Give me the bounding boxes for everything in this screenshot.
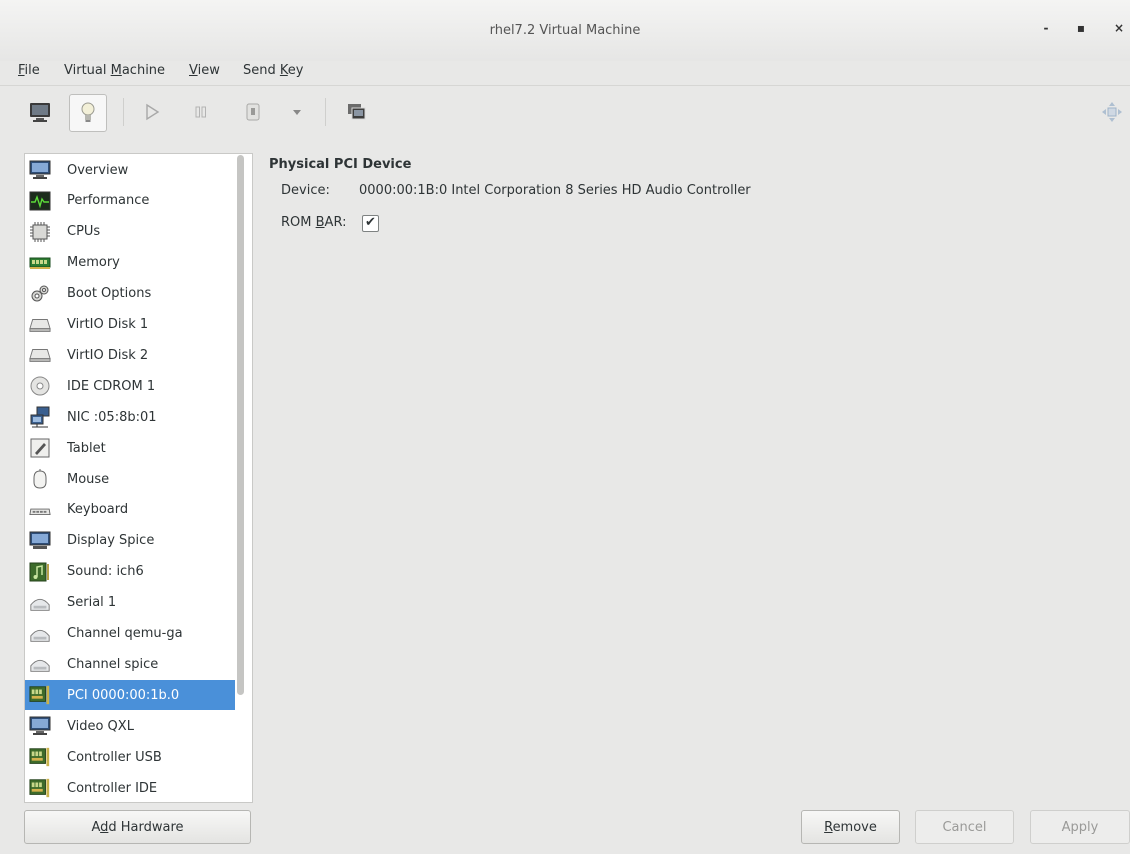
sidebar-item-nic-05-8b-01[interactable]: NIC :05:8b:01 [25,402,235,432]
menu-file[interactable]: File [18,61,40,81]
add-hardware-button[interactable]: Add Hardware [24,810,251,844]
hardware-list[interactable]: Overview Performance CPUs Memory Boot Option… [24,153,253,803]
section-title: Physical PCI Device [269,157,412,172]
tablet-icon [29,437,51,459]
sidebar-item-cpus[interactable]: CPUs [25,217,235,247]
sidebar-item-overview[interactable]: Overview [25,155,235,185]
performance-icon [29,190,51,212]
snapshot-icon[interactable] [339,94,375,130]
memory-icon [29,252,51,274]
sidebar-item-label: Performance [67,193,150,209]
sidebar-item-controller-ide[interactable]: Controller IDE [25,773,235,802]
disk-icon [29,314,51,336]
details-lightbulb-icon[interactable] [69,94,107,132]
keyboard-icon [29,499,51,521]
sidebar-item-label: CPUs [67,224,101,240]
menu-virtual-machine[interactable]: Virtual Machine [64,61,165,81]
sidebar-item-label: Controller IDE [67,780,158,796]
cdrom-icon [29,375,51,397]
sidebar-item-performance[interactable]: Performance [25,186,235,216]
display-icon [29,530,51,552]
monitor-icon [29,159,51,181]
sidebar-item-virtio-disk-2[interactable]: VirtIO Disk 2 [25,340,235,370]
sidebar-item-label: Controller USB [67,749,162,765]
close-button[interactable]: × [1109,18,1129,38]
sidebar-item-label: PCI 0000:00:1b.0 [67,687,180,703]
device-label: Device: [281,183,330,198]
maximize-button[interactable]: ▪ [1071,18,1091,38]
sidebar-item-label: Channel qemu-ga [67,626,183,641]
sidebar-item-channel-qemu-ga[interactable]: Channel qemu-ga [25,619,235,649]
sidebar-item-label: IDE CDROM 1 [67,378,156,394]
sidebar-item-label: Sound: ich6 [67,564,144,580]
sidebar-item-label: Memory [67,255,120,271]
menu-view[interactable]: View [189,61,220,81]
pci-card-icon [29,684,51,706]
sidebar-item-label: Channel spice [67,656,159,672]
hardware-list-scrollbar[interactable] [237,155,244,695]
sidebar-item-mouse[interactable]: Mouse [25,464,235,494]
cpu-icon [29,221,51,243]
channel-icon [29,623,51,645]
sidebar-item-sound-ich6[interactable]: Sound: ich6 [25,557,235,587]
toolbar [0,86,1130,140]
sidebar-item-controller-usb[interactable]: Controller USB [25,742,235,772]
toolbar-separator [123,98,124,126]
gears-icon [29,283,51,305]
sidebar-item-serial-1[interactable]: Serial 1 [25,588,235,618]
sidebar-item-label: VirtIO Disk 1 [67,317,149,332]
run-icon[interactable] [134,94,170,130]
menu-bar: File Virtual Machine View Send Key [0,61,1130,86]
window-title: rhel7.2 Virtual Machine [489,23,641,38]
sidebar-item-ide-cdrom-1[interactable]: IDE CDROM 1 [25,371,235,401]
channel-icon [29,653,51,675]
controller-icon [29,777,51,799]
serial-icon [29,592,51,614]
pause-icon[interactable] [183,94,219,130]
toolbar-separator [325,98,326,126]
sidebar-item-keyboard[interactable]: Keyboard [25,495,235,525]
sidebar-item-video-qxl[interactable]: Video QXL [25,711,235,741]
cancel-button[interactable]: Cancel [915,810,1014,844]
sidebar-item-virtio-disk-1[interactable]: VirtIO Disk 1 [25,310,235,340]
sidebar-item-boot-options[interactable]: Boot Options [25,279,235,309]
sidebar-item-memory[interactable]: Memory [25,248,235,278]
sidebar-item-label: Keyboard [67,502,129,518]
shutdown-icon[interactable] [235,94,271,130]
sidebar-item-label: Overview [67,162,129,178]
console-icon[interactable] [22,94,58,130]
sidebar-item-tablet[interactable]: Tablet [25,433,235,463]
menu-send-key[interactable]: Send Key [243,61,303,81]
sound-icon [29,561,51,583]
rom-bar-label: ROM BAR: [281,215,347,230]
video-icon [29,715,51,737]
controller-icon [29,746,51,768]
sidebar-item-label: Boot Options [67,286,152,302]
mouse-icon [29,468,51,490]
minimize-button[interactable]: - [1036,18,1056,38]
device-value: 0000:00:1B:0 Intel Corporation 8 Series … [359,183,751,198]
sidebar-item-display-spice[interactable]: Display Spice [25,526,235,556]
sidebar-item-channel-spice[interactable]: Channel spice [25,649,235,679]
sidebar-item-label: Serial 1 [67,595,117,611]
sidebar-item-label: Tablet [67,440,106,456]
remove-button[interactable]: Remove [801,810,900,844]
apply-button[interactable]: Apply [1030,810,1130,844]
rom-bar-checkbox[interactable]: ✔ [362,215,379,232]
disk-icon [29,344,51,366]
title-bar: rhel7.2 Virtual Machine - ▪ × [0,0,1130,62]
network-icon [29,406,51,428]
sidebar-item-label: NIC :05:8b:01 [67,409,157,425]
sidebar-item-label: VirtIO Disk 2 [67,347,149,363]
sidebar-item-pci-0000-00-1b-0[interactable]: PCI 0000:00:1b.0 [25,680,235,711]
sidebar-item-label: Display Spice [67,533,155,549]
sidebar-item-label: Video QXL [67,718,134,734]
shutdown-menu-icon[interactable] [279,94,315,130]
sidebar-item-label: Mouse [67,471,110,487]
resize-icon[interactable] [1094,94,1130,130]
